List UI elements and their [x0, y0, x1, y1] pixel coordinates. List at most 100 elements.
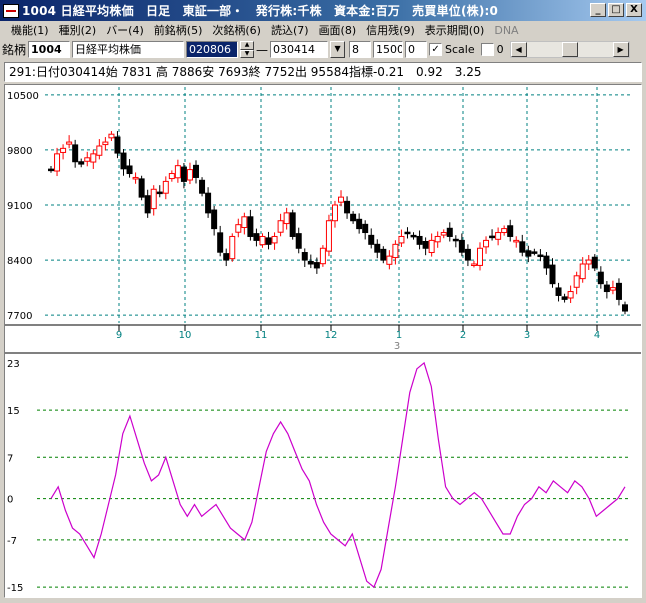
candle-body	[573, 275, 580, 288]
candle-body	[609, 287, 616, 291]
menu-screen[interactable]: 画面(8)	[314, 22, 362, 38]
scroll-thumb[interactable]	[561, 42, 578, 57]
candle-body	[319, 247, 326, 265]
candle-body	[362, 223, 369, 234]
price-tick-label: 10500	[7, 91, 39, 102]
candle-body	[513, 239, 520, 243]
close-button[interactable]: X	[626, 3, 642, 17]
maximize-button[interactable]: □	[608, 3, 624, 17]
candle-body	[615, 282, 622, 300]
candle-body	[138, 178, 145, 198]
menu-next-stock[interactable]: 次銘柄(6)	[207, 22, 266, 38]
chevron-down-icon[interactable]: ▼	[330, 41, 346, 58]
title-bar: 1004 日経平均株価 日足 東証一部・ 発行株:千株 資本金:百万 売買単位(…	[0, 0, 646, 21]
candle-body	[307, 260, 314, 265]
toolbar: 銘柄 1004 日経平均株価 020806 ▲ ▼ — 030414 ▼ 8 1…	[0, 39, 646, 60]
year-label: 3	[394, 341, 400, 352]
candle-body	[325, 220, 332, 252]
offset-input[interactable]: 0	[405, 41, 428, 58]
osc-tick-label: 15	[7, 406, 20, 417]
candle-body	[235, 224, 242, 233]
scale-value-checkbox[interactable]	[480, 43, 494, 56]
name-input[interactable]: 日経平均株価	[72, 41, 185, 58]
candle-body	[162, 180, 169, 194]
month-tick-label: 11	[255, 330, 268, 341]
candle-body	[120, 152, 127, 170]
candle-body	[199, 179, 206, 194]
candle-body	[489, 235, 496, 239]
scale-checkbox[interactable]: ✓	[429, 43, 443, 56]
candle-body	[495, 232, 502, 240]
menu-type[interactable]: 種別(2)	[54, 22, 102, 38]
candle-body	[410, 234, 417, 238]
candle-body	[211, 209, 218, 230]
scroll-right-icon[interactable]: ▶	[612, 42, 629, 57]
candle-body	[301, 252, 308, 261]
candle-body	[180, 166, 187, 182]
candle-body	[283, 212, 290, 225]
osc-tick-label: -15	[7, 583, 23, 594]
candle-body	[295, 233, 302, 249]
candle-body	[96, 145, 103, 156]
chart-area: 10500 9800 9100 8400 7700 9 10 11 12 1 2 3 4 3 23 15 7 0-…	[4, 84, 642, 598]
end-date-select[interactable]: 030414	[270, 41, 329, 58]
candle-body	[54, 153, 61, 172]
month-tick-label: 12	[325, 330, 338, 341]
candle-body	[90, 153, 97, 163]
horizontal-scrollbar[interactable]: ◀ ▶	[509, 41, 630, 58]
month-tick-label: 1	[396, 330, 402, 341]
month-tick-label: 2	[460, 330, 466, 341]
candle-body	[174, 165, 181, 179]
osc-tick-label: 7	[7, 453, 13, 464]
bar-width-input[interactable]: 8	[349, 41, 372, 58]
menu-load[interactable]: 読込(7)	[266, 22, 314, 38]
candle-body	[380, 248, 387, 261]
candle-body	[464, 248, 471, 261]
candle-body	[458, 239, 465, 253]
scroll-left-icon[interactable]: ◀	[510, 42, 527, 57]
candle-body	[537, 254, 544, 258]
candle-body	[265, 237, 272, 245]
osc-tick-label: -7	[7, 536, 17, 547]
spin-up-icon[interactable]: ▲	[240, 41, 255, 50]
bar-count-input[interactable]: 1500	[373, 41, 404, 58]
candle-body	[579, 263, 586, 280]
menu-margin[interactable]: 信用残(9)	[361, 22, 420, 38]
menu-display-period[interactable]: 表示期間(0)	[420, 22, 490, 38]
candle-body	[66, 141, 73, 145]
start-date-input[interactable]: 020806	[186, 41, 239, 58]
candle-body	[531, 251, 538, 254]
candle-body	[356, 218, 363, 230]
candle-body	[223, 253, 230, 261]
candle-body	[422, 241, 429, 249]
candle-body	[72, 144, 79, 163]
candle-body	[452, 238, 459, 242]
spin-down-icon[interactable]: ▼	[240, 49, 255, 58]
menu-bar-type[interactable]: バー(4)	[101, 22, 149, 38]
menu-function[interactable]: 機能(1)	[6, 22, 54, 38]
candle-body	[271, 235, 278, 244]
candle-body	[398, 235, 405, 244]
candle-body	[561, 296, 568, 300]
candle-body	[344, 200, 351, 214]
minimize-button[interactable]: _	[590, 3, 606, 17]
candle-body	[108, 133, 115, 139]
menu-prev-stock[interactable]: 前銘柄(5)	[149, 22, 208, 38]
info-bar: 291:日付030414始 7831 高 7886安 7693終 7752出 9…	[4, 62, 642, 82]
candle-body	[150, 188, 157, 210]
month-tick-label: 10	[179, 330, 192, 341]
code-input[interactable]: 1004	[28, 41, 71, 58]
month-tick-label: 4	[594, 330, 600, 341]
candle-body	[253, 233, 260, 241]
start-date-spinner[interactable]: ▲ ▼	[240, 41, 255, 58]
candle-body	[193, 164, 200, 178]
candle-body	[476, 247, 483, 266]
candle-body	[84, 157, 91, 162]
price-tick-label: 8400	[7, 256, 32, 267]
price-tick-label: 7700	[7, 311, 32, 322]
candle-body	[597, 271, 604, 285]
scale-label: Scale	[445, 43, 475, 56]
month-tick-label: 3	[524, 330, 530, 341]
candle-body	[585, 259, 592, 265]
candle-body	[470, 263, 477, 266]
